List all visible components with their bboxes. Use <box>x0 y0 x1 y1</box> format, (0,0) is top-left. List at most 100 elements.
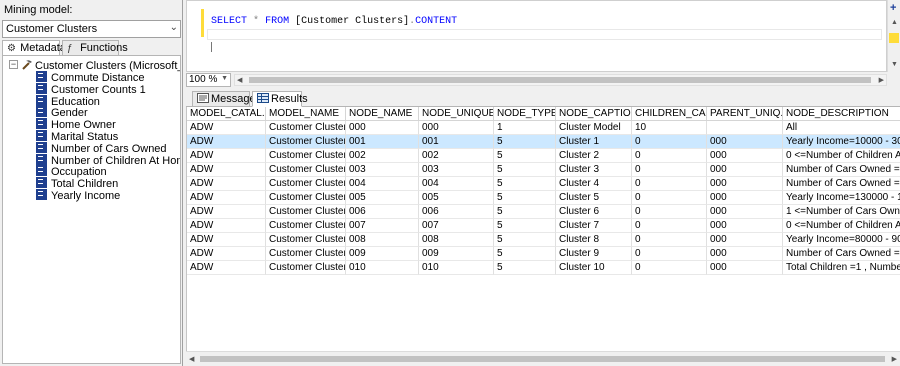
scroll-left-icon[interactable]: ◀ <box>189 355 194 363</box>
table-cell[interactable]: Cluster 1 <box>556 135 632 149</box>
column-header[interactable]: NODE_TYPE <box>494 107 556 121</box>
table-cell[interactable]: 0 <=Number of Children At Ho <box>783 219 900 233</box>
chevron-down-icon[interactable]: ▼ <box>221 75 228 82</box>
table-cell[interactable]: ADW <box>187 135 266 149</box>
table-cell[interactable]: 000 <box>707 177 783 191</box>
table-cell[interactable]: 007 <box>346 219 419 233</box>
table-cell[interactable]: 000 <box>707 149 783 163</box>
table-cell[interactable]: 010 <box>419 261 494 275</box>
tree-item[interactable]: Yearly Income <box>36 189 120 202</box>
table-cell[interactable]: Cluster 7 <box>556 219 632 233</box>
table-cell[interactable]: ADW <box>187 247 266 261</box>
table-cell[interactable]: 5 <box>494 191 556 205</box>
table-cell[interactable]: 0 <box>632 261 707 275</box>
table-cell[interactable]: 000 <box>419 121 494 135</box>
table-cell[interactable]: ADW <box>187 163 266 177</box>
scroll-thumb[interactable] <box>889 33 899 43</box>
table-cell[interactable]: 0 <box>632 177 707 191</box>
table-cell[interactable]: 0 <box>632 205 707 219</box>
tab-messages[interactable]: Messages <box>192 91 261 107</box>
table-cell[interactable]: Cluster 10 <box>556 261 632 275</box>
table-cell[interactable]: Customer Clusters <box>266 247 346 261</box>
scroll-down-icon[interactable]: ▼ <box>891 61 898 68</box>
table-cell[interactable]: ADW <box>187 121 266 135</box>
table-cell[interactable]: 000 <box>707 219 783 233</box>
table-cell[interactable]: 5 <box>494 233 556 247</box>
column-header[interactable]: CHILDREN_CA... <box>632 107 707 121</box>
table-cell[interactable]: ADW <box>187 261 266 275</box>
table-cell[interactable]: 5 <box>494 149 556 163</box>
table-cell[interactable]: 0 <box>632 163 707 177</box>
table-cell[interactable]: Cluster 3 <box>556 163 632 177</box>
table-cell[interactable]: Customer Clusters <box>266 149 346 163</box>
table-cell[interactable]: ADW <box>187 149 266 163</box>
table-cell[interactable]: 0 <=Number of Children At Ho <box>783 149 900 163</box>
table-cell[interactable]: All <box>783 121 900 135</box>
tab-functions[interactable]: ƒ Functions <box>62 40 128 56</box>
scroll-right-icon[interactable]: ▶ <box>879 76 884 84</box>
table-cell[interactable]: 1 <=Number of Cars Owned - <box>783 205 900 219</box>
table-cell[interactable]: 000 <box>707 163 783 177</box>
table-cell[interactable]: 003 <box>346 163 419 177</box>
table-cell[interactable]: Cluster Model <box>556 121 632 135</box>
table-cell[interactable]: Cluster 5 <box>556 191 632 205</box>
table-cell[interactable]: 006 <box>419 205 494 219</box>
table-cell[interactable]: Customer Clusters <box>266 233 346 247</box>
scroll-thumb[interactable] <box>249 77 871 83</box>
table-cell[interactable]: Customer Clusters <box>266 163 346 177</box>
collapse-toggle[interactable]: − <box>9 60 18 69</box>
table-cell[interactable]: Number of Cars Owned =0 , l <box>783 163 900 177</box>
table-cell[interactable]: Yearly Income=80000 - 9000 <box>783 233 900 247</box>
table-cell[interactable]: 0 <box>632 233 707 247</box>
table-cell[interactable]: 5 <box>494 177 556 191</box>
table-cell[interactable]: ADW <box>187 233 266 247</box>
table-cell[interactable]: 008 <box>419 233 494 247</box>
table-cell[interactable]: Total Children =1 , Number of <box>783 261 900 275</box>
column-header[interactable]: MODEL_CATAL... <box>187 107 266 121</box>
query-text[interactable]: SELECT * FROM [Customer Clusters].CONTEN… <box>211 16 457 27</box>
editor-horizontal-scrollbar[interactable]: ◀ ▶ <box>234 74 887 86</box>
table-cell[interactable]: Customer Clusters <box>266 205 346 219</box>
table-cell[interactable]: 5 <box>494 247 556 261</box>
table-cell[interactable]: Customer Clusters <box>266 219 346 233</box>
table-cell[interactable]: 009 <box>419 247 494 261</box>
table-cell[interactable]: Customer Clusters <box>266 177 346 191</box>
zoom-dropdown[interactable]: 100 % ▼ <box>186 73 231 87</box>
scroll-left-icon[interactable]: ◀ <box>237 76 242 84</box>
table-cell[interactable]: 010 <box>346 261 419 275</box>
scroll-up-icon[interactable]: ▲ <box>891 19 898 26</box>
table-cell[interactable]: Cluster 2 <box>556 149 632 163</box>
table-cell[interactable]: ADW <box>187 205 266 219</box>
results-grid[interactable]: MODEL_CATAL... MODEL_NAME NODE_NAME NODE_UN… <box>186 107 900 351</box>
table-cell[interactable]: Number of Cars Owned =2 , ( <box>783 247 900 261</box>
table-cell[interactable]: Customer Clusters <box>266 121 346 135</box>
table-cell[interactable]: 0 <box>632 191 707 205</box>
split-plus-icon[interactable]: + <box>890 3 896 14</box>
table-cell[interactable]: 0 <box>632 149 707 163</box>
table-cell[interactable]: 002 <box>346 149 419 163</box>
table-cell[interactable]: Yearly Income=10000 - 3000 <box>783 135 900 149</box>
table-cell[interactable]: 000 <box>707 261 783 275</box>
table-cell[interactable]: 000 <box>707 205 783 219</box>
table-cell[interactable]: 5 <box>494 219 556 233</box>
table-cell[interactable]: 001 <box>346 135 419 149</box>
table-cell[interactable]: 000 <box>707 135 783 149</box>
table-cell[interactable]: 000 <box>346 121 419 135</box>
table-cell[interactable]: ADW <box>187 219 266 233</box>
table-cell[interactable]: 5 <box>494 163 556 177</box>
column-header[interactable]: NODE_CAPTION <box>556 107 632 121</box>
table-cell[interactable]: 005 <box>419 191 494 205</box>
column-header[interactable]: PARENT_UNIQ... <box>707 107 783 121</box>
chevron-down-icon[interactable]: ⌄ <box>170 22 178 33</box>
table-cell[interactable]: 000 <box>707 191 783 205</box>
table-cell[interactable] <box>707 121 783 135</box>
table-cell[interactable]: 009 <box>346 247 419 261</box>
table-cell[interactable]: 1 <box>494 121 556 135</box>
column-header[interactable]: NODE_UNIQUE... <box>419 107 494 121</box>
table-cell[interactable]: 008 <box>346 233 419 247</box>
table-cell[interactable]: 000 <box>707 247 783 261</box>
table-cell[interactable]: 5 <box>494 261 556 275</box>
mining-model-dropdown[interactable]: Customer Clusters ⌄ <box>2 20 181 38</box>
column-header[interactable]: MODEL_NAME <box>266 107 346 121</box>
table-cell[interactable]: 000 <box>707 233 783 247</box>
